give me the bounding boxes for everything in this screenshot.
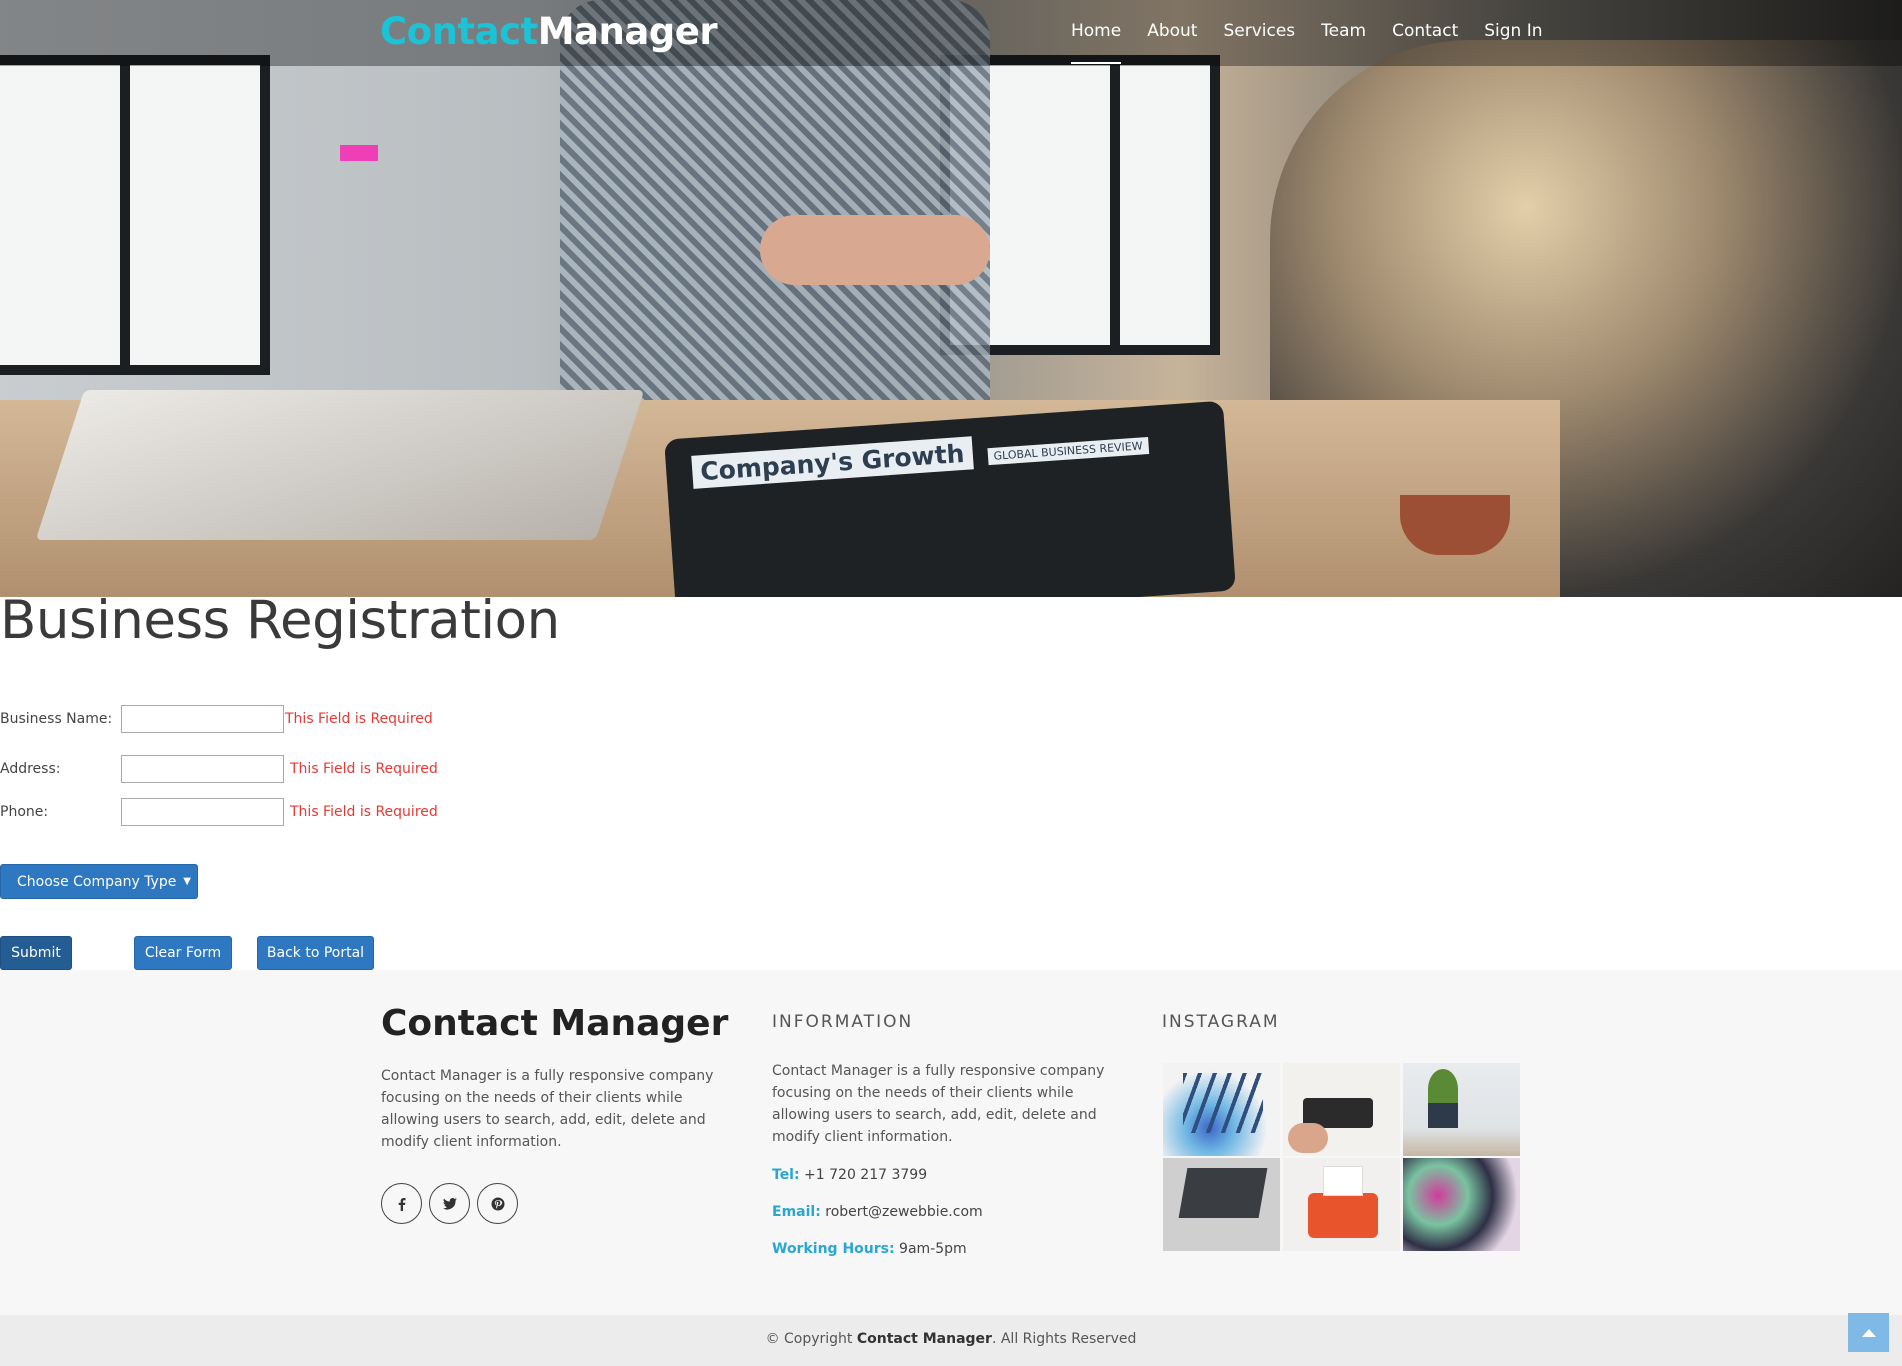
nav-team[interactable]: Team xyxy=(1308,0,1379,66)
caret-down-icon: ▼ xyxy=(183,876,191,887)
email-label: Email: xyxy=(772,1204,821,1220)
hours-line: Working Hours: 9am-5pm xyxy=(772,1241,967,1257)
hours-value: 9am-5pm xyxy=(899,1241,967,1257)
phone-label: Phone: xyxy=(0,804,49,820)
tel-line: Tel: +1 720 217 3799 xyxy=(772,1167,927,1183)
back-to-portal-button[interactable]: Back to Portal xyxy=(257,936,374,970)
footer-about-text: Contact Manager is a fully responsive co… xyxy=(381,1068,714,1150)
tel-value: +1 720 217 3799 xyxy=(804,1167,928,1183)
chevron-up-icon xyxy=(1861,1328,1876,1337)
address-label: Address: xyxy=(0,761,61,777)
nav-sign-in[interactable]: Sign In xyxy=(1471,0,1555,66)
email-value[interactable]: robert@zewebbie.com xyxy=(825,1204,982,1220)
footer-brand: Contact Manager xyxy=(381,1003,729,1044)
instagram-photo-plant[interactable] xyxy=(1403,1063,1520,1156)
back-to-top-button[interactable] xyxy=(1848,1313,1889,1352)
form-row-phone: Phone: This Field is Required xyxy=(0,797,438,827)
facebook-icon[interactable] xyxy=(381,1183,422,1224)
business-name-label: Business Name: xyxy=(0,711,113,727)
address-error: This Field is Required xyxy=(290,761,438,777)
clear-form-button[interactable]: Clear Form xyxy=(134,936,232,970)
brand-logo[interactable]: ContactManager xyxy=(380,8,718,56)
instagram-photo-watercolor[interactable] xyxy=(1163,1063,1280,1156)
instagram-photo-hand xyxy=(1288,1123,1328,1153)
company-type-select-label: Choose Company Type xyxy=(17,873,177,890)
hero-banner: Company's Growth GLOBAL BUSINESS REVIEW … xyxy=(0,0,1902,597)
phone-error: This Field is Required xyxy=(290,804,438,820)
page-title: Business Registration xyxy=(0,590,560,651)
company-type-select[interactable]: Choose Company Type ▼ xyxy=(0,864,198,899)
tel-label: Tel: xyxy=(772,1167,800,1183)
brand-logo-part1: Contact xyxy=(380,10,538,53)
hero-cactus-pot xyxy=(1400,495,1510,555)
instagram-photo-keyboard[interactable] xyxy=(1283,1063,1400,1156)
hero-window xyxy=(1110,55,1220,355)
business-name-error: This Field is Required xyxy=(285,711,433,727)
copyright-text: © Copyright Contact Manager. All Rights … xyxy=(0,1331,1902,1347)
nav-about[interactable]: About xyxy=(1134,0,1210,66)
nav-services[interactable]: Services xyxy=(1210,0,1308,66)
hero-screen-subtitle: GLOBAL BUSINESS REVIEW xyxy=(987,437,1150,466)
address-input[interactable] xyxy=(121,755,284,783)
hero-window xyxy=(0,55,140,375)
hero-laptop-left xyxy=(35,390,645,540)
copyright-suffix: . All Rights Reserved xyxy=(991,1331,1137,1347)
nav-menu: Home About Services Team Contact Sign In xyxy=(1058,0,1556,66)
information-heading: INFORMATION xyxy=(772,1012,914,1032)
email-line: Email: robert@zewebbie.com xyxy=(772,1204,983,1220)
instagram-photo-brushes xyxy=(1183,1073,1263,1133)
twitter-icon[interactable] xyxy=(429,1183,470,1224)
navbar: ContactManager Home About Services Team … xyxy=(0,0,1902,66)
copyright-brand: Contact Manager xyxy=(856,1331,992,1347)
instagram-photo-laptop-device xyxy=(1178,1168,1268,1218)
instagram-photo-typewriter[interactable] xyxy=(1283,1158,1400,1251)
information-text: Contact Manager is a fully responsive co… xyxy=(772,1063,1105,1145)
hours-label: Working Hours: xyxy=(772,1241,895,1257)
instagram-photo-laptop[interactable] xyxy=(1163,1158,1280,1251)
business-name-input[interactable] xyxy=(121,705,284,733)
phone-input[interactable] xyxy=(121,798,284,826)
form-row-business-name: Business Name: This Field is Required xyxy=(0,704,433,734)
nav-home[interactable]: Home xyxy=(1058,0,1134,66)
submit-button[interactable]: Submit xyxy=(0,936,72,970)
brand-logo-part2: Manager xyxy=(537,10,718,53)
hero-sticky-note xyxy=(340,145,378,161)
instagram-photo-abstract[interactable] xyxy=(1403,1158,1520,1251)
instagram-photo-typewriter-body xyxy=(1308,1193,1378,1238)
instagram-photo-typewriter-paper xyxy=(1323,1166,1363,1196)
nav-contact[interactable]: Contact xyxy=(1379,0,1471,66)
hero-hands xyxy=(760,215,990,285)
instagram-photo-plant-pot xyxy=(1428,1103,1458,1128)
instagram-heading: INSTAGRAM xyxy=(1162,1012,1280,1032)
hero-screen-title: Company's Growth xyxy=(691,436,974,489)
form-row-address: Address: This Field is Required xyxy=(0,754,438,784)
pinterest-icon[interactable] xyxy=(477,1183,518,1224)
hero-window xyxy=(120,55,270,375)
copyright-prefix: © Copyright xyxy=(765,1331,857,1347)
